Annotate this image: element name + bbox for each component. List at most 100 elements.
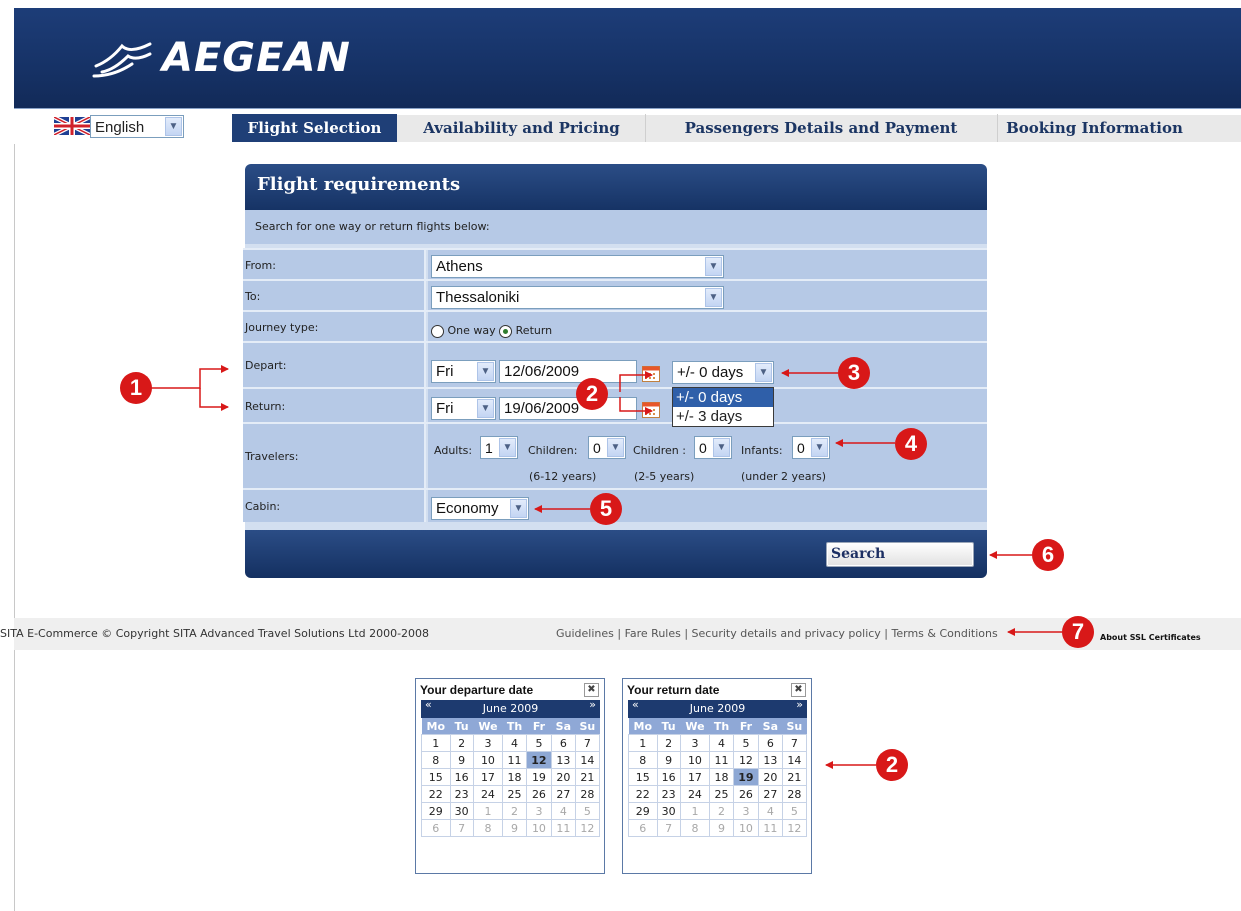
tab-availability-pricing[interactable]: Availability and Pricing [399, 114, 644, 142]
depart-flex-select[interactable]: +/- 0 days ▼ [672, 361, 774, 384]
calendar-day[interactable]: 5 [525, 734, 553, 752]
calendar-day[interactable]: 21 [781, 768, 808, 786]
adults-select[interactable]: 1 ▼ [480, 436, 518, 459]
calendar-day[interactable]: 7 [656, 819, 681, 837]
calendar-day[interactable]: 26 [525, 785, 553, 803]
calendar-day[interactable]: 21 [574, 768, 601, 786]
next-month-icon[interactable]: » [796, 696, 803, 714]
calendar-day[interactable]: 15 [628, 768, 658, 786]
calendar-day[interactable]: 7 [574, 734, 601, 752]
calendar-day[interactable]: 12 [574, 819, 601, 837]
calendar-day[interactable]: 2 [502, 802, 527, 820]
calendar-day[interactable]: 29 [421, 802, 451, 820]
tab-booking-information[interactable]: Booking Information [998, 114, 1191, 142]
calendar-day[interactable]: 22 [421, 785, 451, 803]
calendar-day[interactable]: 30 [656, 802, 681, 820]
return-radio[interactable] [499, 324, 513, 338]
calendar-day[interactable]: 11 [551, 819, 576, 837]
calendar-day[interactable]: 3 [732, 802, 760, 820]
calendar-day[interactable]: 4 [758, 802, 783, 820]
calendar-day[interactable]: 8 [679, 819, 711, 837]
calendar-day[interactable]: 18 [502, 768, 527, 786]
calendar-day[interactable]: 8 [472, 819, 504, 837]
calendar-day[interactable]: 8 [628, 751, 658, 769]
calendar-icon[interactable] [642, 366, 660, 382]
calendar-day[interactable]: 9 [656, 751, 681, 769]
calendar-day[interactable]: 4 [502, 734, 527, 752]
calendar-day[interactable]: 6 [628, 819, 658, 837]
calendar-day[interactable]: 28 [781, 785, 808, 803]
flex-option[interactable]: +/- 3 days [673, 407, 773, 426]
calendar-day[interactable]: 20 [758, 768, 783, 786]
calendar-day[interactable]: 11 [758, 819, 783, 837]
depart-date-input[interactable]: 12/06/2009 [499, 360, 637, 383]
from-select[interactable]: Athens ▼ [431, 255, 724, 278]
calendar-day[interactable]: 12 [525, 751, 553, 769]
calendar-day[interactable]: 6 [758, 734, 783, 752]
children-select[interactable]: 0 ▼ [588, 436, 626, 459]
calendar-day[interactable]: 3 [679, 734, 711, 752]
calendar-day[interactable]: 13 [758, 751, 783, 769]
calendar-day[interactable]: 9 [449, 751, 474, 769]
calendar-day[interactable]: 2 [449, 734, 474, 752]
one-way-radio[interactable] [431, 324, 444, 338]
calendar-day[interactable]: 11 [502, 751, 527, 769]
to-select[interactable]: Thessaloniki ▼ [431, 286, 724, 309]
calendar-day[interactable]: 27 [758, 785, 783, 803]
calendar-day[interactable]: 29 [628, 802, 658, 820]
tab-passengers-payment[interactable]: Passengers Details and Payment [646, 114, 996, 142]
calendar-day[interactable]: 14 [574, 751, 601, 769]
calendar-day[interactable]: 17 [679, 768, 711, 786]
uk-flag-icon[interactable] [54, 117, 90, 135]
calendar-day[interactable]: 1 [679, 802, 711, 820]
calendar-day[interactable]: 7 [449, 819, 474, 837]
calendar-day[interactable]: 18 [709, 768, 734, 786]
calendar-day[interactable]: 6 [421, 819, 451, 837]
calendar-day[interactable]: 16 [449, 768, 474, 786]
calendar-day[interactable]: 12 [781, 819, 808, 837]
calendar-day[interactable]: 6 [551, 734, 576, 752]
calendar-day[interactable]: 24 [679, 785, 711, 803]
cabin-select[interactable]: Economy ▼ [431, 497, 529, 520]
calendar-day[interactable]: 25 [709, 785, 734, 803]
calendar-day[interactable]: 4 [709, 734, 734, 752]
calendar-day[interactable]: 23 [656, 785, 681, 803]
calendar-day[interactable]: 17 [472, 768, 504, 786]
calendar-day[interactable]: 23 [449, 785, 474, 803]
depart-day-select[interactable]: Fri ▼ [431, 360, 496, 383]
calendar-day[interactable]: 25 [502, 785, 527, 803]
footer-links[interactable]: Guidelines | Fare Rules | Security detai… [556, 618, 998, 650]
calendar-day[interactable]: 12 [732, 751, 760, 769]
calendar-day[interactable]: 19 [525, 768, 553, 786]
calendar-day[interactable]: 5 [732, 734, 760, 752]
calendar-day[interactable]: 1 [421, 734, 451, 752]
flex-option[interactable]: +/- 0 days [673, 388, 773, 407]
calendar-day[interactable]: 8 [421, 751, 451, 769]
calendar-day[interactable]: 13 [551, 751, 576, 769]
calendar-day[interactable]: 2 [709, 802, 734, 820]
calendar-day[interactable]: 10 [525, 819, 553, 837]
ssl-certificates-link[interactable]: About SSL Certificates [1100, 622, 1201, 654]
prev-month-icon[interactable]: « [632, 696, 639, 714]
calendar-day[interactable]: 1 [472, 802, 504, 820]
calendar-day[interactable]: 3 [472, 734, 504, 752]
close-icon[interactable]: ✖ [584, 683, 599, 697]
next-month-icon[interactable]: » [589, 696, 596, 714]
calendar-day[interactable]: 9 [709, 819, 734, 837]
calendar-day[interactable]: 5 [781, 802, 808, 820]
children2-select[interactable]: 0 ▼ [694, 436, 732, 459]
close-icon[interactable]: ✖ [791, 683, 806, 697]
calendar-day[interactable]: 22 [628, 785, 658, 803]
calendar-day[interactable]: 26 [732, 785, 760, 803]
calendar-day[interactable]: 10 [679, 751, 711, 769]
calendar-day[interactable]: 28 [574, 785, 601, 803]
calendar-day[interactable]: 9 [502, 819, 527, 837]
calendar-day[interactable]: 10 [732, 819, 760, 837]
calendar-day[interactable]: 24 [472, 785, 504, 803]
calendar-day[interactable]: 30 [449, 802, 474, 820]
calendar-day[interactable]: 2 [656, 734, 681, 752]
calendar-day[interactable]: 19 [732, 768, 760, 786]
return-option-label[interactable]: Return [516, 324, 553, 337]
calendar-day[interactable]: 4 [551, 802, 576, 820]
calendar-day[interactable]: 5 [574, 802, 601, 820]
